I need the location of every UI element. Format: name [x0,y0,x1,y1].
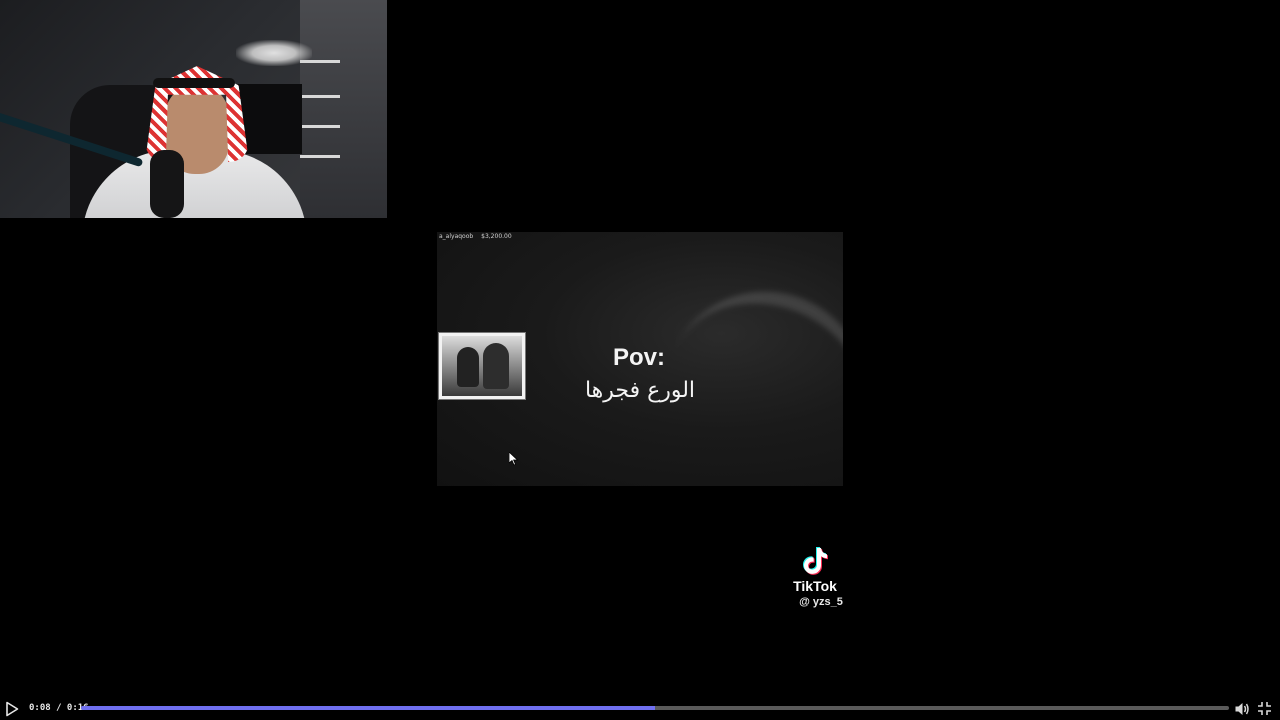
webcam-wall [300,0,387,218]
clip-caption: الورع فجرها [584,378,696,403]
video-player[interactable]: a_alyaqoob $3,200.00 Pov: الورع فجرها Ti… [0,0,1280,720]
webcam-shelf [300,95,340,98]
clip-inner-webcam [438,332,526,400]
volume-icon[interactable] [1234,701,1250,717]
time-display: 0:08 / 0:16 [29,703,89,713]
player-controls: 0:08 / 0:16 [0,698,1280,720]
webcam-shelf [300,125,340,128]
webcam-agal [153,78,235,88]
play-icon[interactable] [5,701,19,717]
webcam-microphone [150,150,184,218]
webcam-overlay [0,0,387,218]
inner-webcam-person [457,347,479,387]
webcam-neon-sign [236,40,312,66]
clip-title: Pov: [612,344,665,371]
tiktok-watermark: TikTok @ yzs_5 [780,545,850,608]
clip-header: a_alyaqoob $3,200.00 [437,232,520,241]
progress-bar[interactable] [81,706,1229,710]
clip-header-user: a_alyaqoob [439,233,474,240]
inner-webcam-scene [442,336,522,396]
mouse-cursor-icon [509,452,519,466]
progress-fill [81,706,655,710]
tiktok-logo-icon [803,547,828,575]
tiktok-handle: @ yzs_5 [799,596,843,608]
clip-header-amount: $3,200.00 [481,233,512,240]
tiktok-brand: TikTok [793,578,837,594]
exit-fullscreen-icon[interactable] [1257,701,1272,716]
embedded-clip: a_alyaqoob $3,200.00 Pov: الورع فجرها [437,232,843,486]
inner-webcam-person [483,343,509,389]
light-streak [637,261,843,486]
webcam-shelf [300,155,340,158]
